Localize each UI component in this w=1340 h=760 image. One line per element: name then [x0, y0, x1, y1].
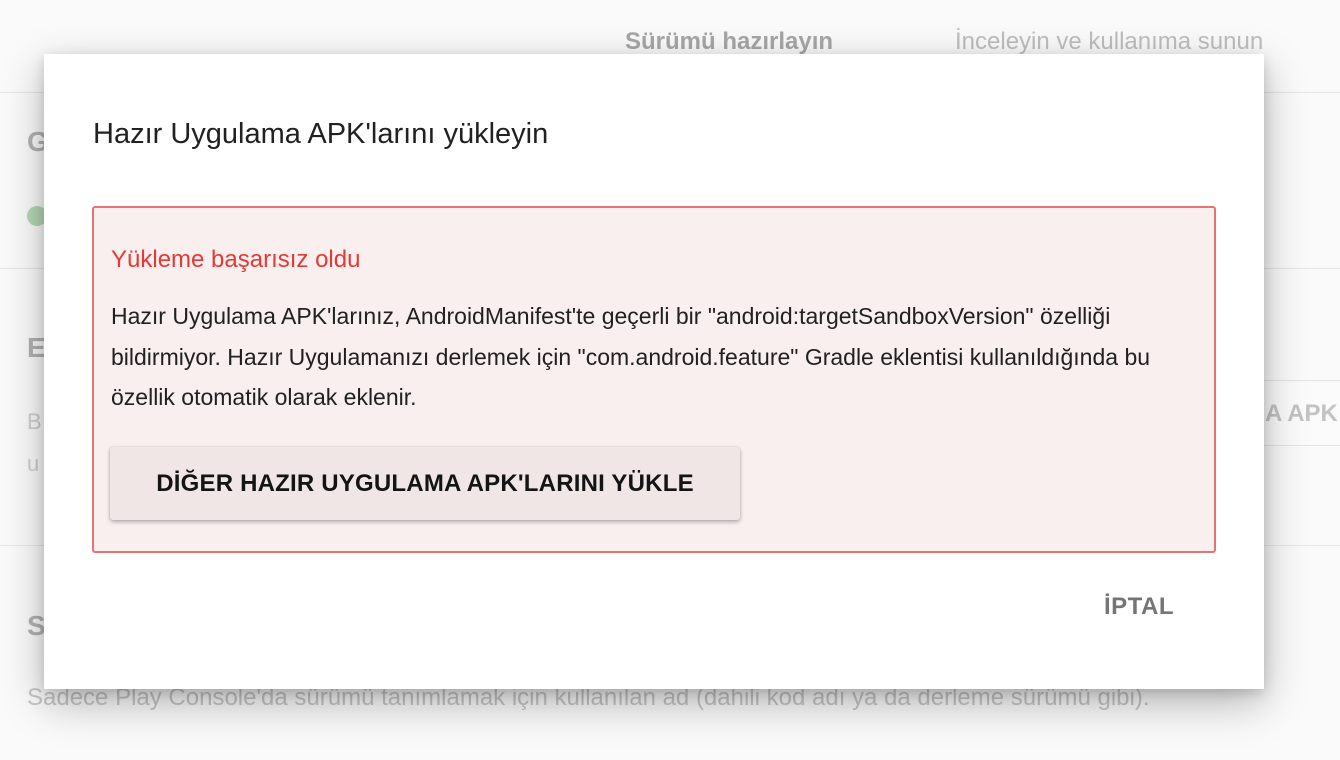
section-heading-fragment: S [27, 610, 46, 641]
step-review-rollout: İnceleyin ve kullanıma sunun [955, 28, 1264, 55]
cancel-button[interactable]: İPTAL [1084, 582, 1194, 632]
section-text-fragment: u [27, 451, 40, 476]
upload-other-apks-button[interactable]: DİĞER HAZIR UYGULAMA APK'LARINI YÜKLE [110, 447, 740, 520]
upload-dialog: Hazır Uygulama APK'larını yükleyin Yükle… [44, 54, 1264, 689]
section-text-fragment: B [27, 409, 42, 434]
dialog-title: Hazır Uygulama APK'larını yükleyin [93, 118, 549, 150]
step-prepare-release: Sürümü hazırlayın [625, 28, 834, 55]
error-message: Hazır Uygulama APK'larınız, AndroidManif… [111, 303, 1151, 410]
section-heading-fragment: E [27, 332, 46, 363]
error-heading: Yükleme başarısız oldu [111, 246, 361, 273]
error-panel: Yükleme başarısız oldu Hazır Uygulama AP… [92, 206, 1216, 553]
